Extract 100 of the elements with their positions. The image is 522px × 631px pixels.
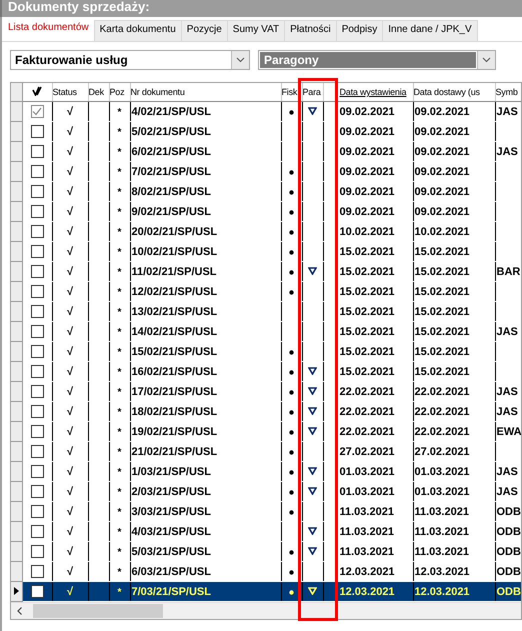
dropdown[interactable]: Paragony [258, 50, 496, 70]
tab[interactable]: Pozycje [180, 20, 228, 41]
table-cell: 22.02.2021 [414, 386, 470, 398]
checkbox[interactable] [30, 125, 44, 138]
dot-icon [289, 550, 294, 554]
tab[interactable]: Inne dane / JPK_V [382, 20, 478, 41]
table-row[interactable]: √ * 5/03/21/SP/USL 11.03.2021 11.03.2021 ODB [11, 542, 521, 562]
table-row[interactable]: √ * 7/03/21/SP/USL 12.03.2021 12.03.2021 ODB [11, 582, 521, 602]
checkbox[interactable] [30, 405, 44, 418]
document-number: 4/02/21/SP/USL [132, 106, 211, 118]
table-row[interactable]: √ * 2/03/21/SP/USL 01.03.2021 01.03.2021 JAS [11, 482, 521, 502]
table-row[interactable]: √ * 21/02/21/SP/USL 27.02.2021 27.02.2021 [11, 442, 521, 462]
checkbox[interactable] [30, 565, 44, 578]
table-cell: 11.03.2021 [340, 526, 394, 538]
tab[interactable]: Płatności [284, 20, 337, 41]
table-row[interactable]: √ * 7/02/21/SP/USL 09.02.2021 09.02.2021 [11, 162, 521, 182]
checkbox[interactable] [30, 145, 44, 158]
table-cell: JAS [496, 326, 518, 338]
column-header[interactable]: Status [52, 83, 88, 102]
column-header[interactable]: Fisk [281, 83, 302, 102]
triangle-down-icon [308, 426, 317, 434]
checkbox[interactable] [30, 385, 44, 398]
document-number: 7/02/21/SP/USL [132, 166, 211, 178]
checkbox[interactable] [30, 425, 44, 438]
checkbox[interactable] [30, 305, 44, 318]
checkbox[interactable] [30, 345, 44, 358]
table-cell: 12.03.2021 [414, 566, 470, 578]
document-number: 18/02/21/SP/USL [132, 406, 218, 418]
table-cell: * [118, 566, 122, 578]
column-header[interactable]: Data dostawy (us [413, 83, 495, 102]
checkbox[interactable] [30, 445, 44, 458]
table-cell: * [118, 146, 122, 158]
triangle-down-icon [308, 526, 317, 534]
status-mark: √ [66, 226, 74, 238]
table-row[interactable]: √ * 6/02/21/SP/USL 09.02.2021 09.02.2021 JAS [11, 142, 521, 162]
column-header[interactable]: Symb [495, 83, 521, 102]
checkbox[interactable] [30, 325, 44, 338]
table-cell: ODB [496, 586, 521, 598]
table-cell: 09.02.2021 [414, 166, 470, 178]
dot-icon [289, 450, 294, 454]
checkbox[interactable] [30, 525, 44, 538]
checkbox[interactable] [30, 205, 44, 218]
table-cell: 27.02.2021 [340, 446, 395, 458]
table-row[interactable]: √ * 19/02/21/SP/USL 22.02.2021 22.02.2021 EWA [11, 422, 521, 442]
table-row[interactable]: √ * 20/02/21/SP/USL 10.02.2021 10.02.2021 [11, 222, 521, 242]
checkbox[interactable] [30, 545, 44, 558]
column-header[interactable]: Poz [109, 83, 130, 102]
table-cell: 15.02.2021 [340, 286, 395, 298]
table-cell: 15.02.2021 [414, 286, 470, 298]
table-row[interactable]: √ * 11/02/21/SP/USL 15.02.2021 15.02.2021 BAR [11, 262, 521, 282]
table-row[interactable]: √ * 16/02/21/SP/USL 15.02.2021 15.02.2021 [11, 362, 521, 382]
checkbox[interactable] [30, 185, 44, 198]
table-row[interactable]: √ * 15/02/21/SP/USL 15.02.2021 15.02.2021 [11, 342, 521, 362]
checkbox[interactable] [30, 485, 44, 498]
checkbox[interactable] [30, 265, 44, 278]
dropdown[interactable]: Fakturowanie usług [10, 50, 250, 70]
table-cell: 09.02.2021 [340, 146, 395, 158]
horizontal-scrollbar[interactable] [11, 602, 521, 619]
checkbox[interactable] [30, 245, 44, 258]
table-row[interactable]: √ * 10/02/21/SP/USL 15.02.2021 15.02.2021 [11, 242, 521, 262]
table-cell: 22.02.2021 [340, 426, 395, 438]
tab[interactable]: Karta dokumentu [94, 20, 182, 41]
table-row[interactable]: √ * 3/03/21/SP/USL 11.03.2021 11.03.2021 ODB [11, 502, 521, 522]
document-number: 3/03/21/SP/USL [132, 506, 211, 518]
column-header[interactable]: Dek [88, 83, 109, 102]
checkbox[interactable] [30, 165, 44, 178]
table-row[interactable]: √ * 4/03/21/SP/USL 11.03.2021 11.03.2021 ODB [11, 522, 521, 542]
table-cell: * [118, 546, 122, 558]
status-mark: √ [66, 346, 74, 358]
table-row[interactable]: √ * 13/02/21/SP/USL 15.02.2021 15.02.2021 [11, 302, 521, 322]
document-number: 17/02/21/SP/USL [132, 386, 218, 398]
table-row[interactable]: √ * 8/02/21/SP/USL 09.02.2021 09.02.2021 [11, 182, 521, 202]
table-cell: 11.03.2021 [340, 506, 394, 518]
scroll-left-icon [17, 607, 22, 615]
checkbox[interactable] [30, 225, 44, 238]
column-header[interactable]: Nr dokumentu [130, 83, 281, 102]
table-row[interactable]: √ * 4/02/21/SP/USL 09.02.2021 09.02.2021 JAS [11, 102, 521, 122]
tab[interactable]: Podpisy [336, 20, 384, 41]
document-number: 5/03/21/SP/USL [132, 546, 211, 558]
table-cell: 10.02.2021 [414, 226, 470, 238]
table-row[interactable]: √ * 17/02/21/SP/USL 22.02.2021 22.02.2021 JAS [11, 382, 521, 402]
table-cell: 09.02.2021 [414, 206, 470, 218]
checkbox[interactable] [30, 285, 44, 298]
column-header[interactable]: Para [302, 83, 323, 102]
table-row[interactable]: √ * 5/02/21/SP/USL 09.02.2021 09.02.2021 [11, 122, 521, 142]
table-cell: * [118, 266, 122, 278]
column-header[interactable] [22, 83, 52, 102]
table-cell: 11.03.2021 [414, 546, 469, 558]
table-row[interactable]: √ * 9/02/21/SP/USL 09.02.2021 09.02.2021 [11, 202, 521, 222]
checkbox[interactable] [30, 105, 44, 118]
column-header[interactable]: Data wystawienia [323, 83, 413, 102]
tab[interactable]: Sumy VAT [226, 20, 286, 41]
table-row[interactable]: √ * 18/02/21/SP/USL 22.02.2021 22.02.2021 JAS [11, 402, 521, 422]
checkbox[interactable] [30, 505, 44, 518]
checkbox[interactable] [30, 365, 44, 378]
table-row[interactable]: √ * 1/03/21/SP/USL 01.03.2021 01.03.2021 JAS [11, 462, 521, 482]
table-row[interactable]: √ * 12/02/21/SP/USL 15.02.2021 15.02.2021 [11, 282, 521, 302]
checkbox[interactable] [30, 465, 44, 478]
checkbox[interactable] [30, 585, 44, 598]
table-row[interactable]: √ * 14/02/21/SP/USL 15.02.2021 15.02.2021 JAS [11, 322, 521, 342]
